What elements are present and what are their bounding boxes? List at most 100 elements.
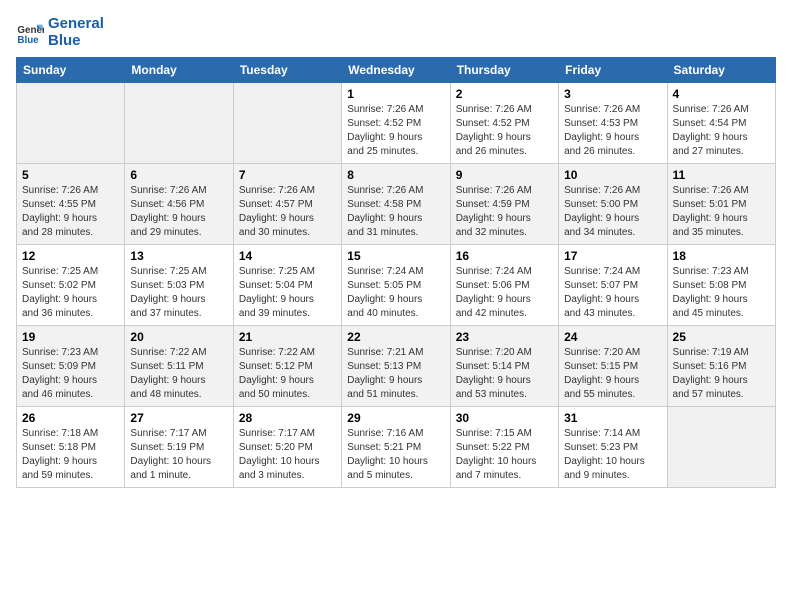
calendar-cell: 10 Sunrise: 7:26 AM Sunset: 5:00 PM Dayli… [559,164,667,245]
day-number: 12 [22,249,119,263]
day-detail: Sunrise: 7:24 AM Sunset: 5:06 PM Dayligh… [456,265,553,321]
day-detail: Sunrise: 7:25 AM Sunset: 5:02 PM Dayligh… [22,265,119,321]
day-detail: Sunrise: 7:21 AM Sunset: 5:13 PM Dayligh… [347,346,444,402]
day-detail: Sunrise: 7:22 AM Sunset: 5:12 PM Dayligh… [239,346,336,402]
day-detail: Sunrise: 7:26 AM Sunset: 4:57 PM Dayligh… [239,184,336,240]
calendar-cell: 1Sunrise: 7:26 AM Sunset: 4:52 PM Daylig… [342,83,450,164]
calendar-cell: 13Sunrise: 7:25 AM Sunset: 5:03 PM Dayli… [125,245,233,326]
day-number: 16 [456,249,553,263]
calendar-cell: 6 Sunrise: 7:26 AM Sunset: 4:56 PM Daylig… [125,164,233,245]
day-detail: Sunrise: 7:24 AM Sunset: 5:05 PM Dayligh… [347,265,444,321]
day-number: 30 [456,411,553,425]
day-detail: Sunrise: 7:25 AM Sunset: 5:04 PM Dayligh… [239,265,336,321]
day-detail: Sunrise: 7:16 AM Sunset: 5:21 PM Dayligh… [347,427,444,483]
calendar-cell [233,83,341,164]
day-detail: Sunrise: 7:26 AM Sunset: 4:54 PM Dayligh… [673,103,770,159]
day-number: 11 [673,168,770,182]
calendar-cell: 12 Sunrise: 7:25 AM Sunset: 5:02 PM Dayli… [17,245,125,326]
day-number: 17 [564,249,661,263]
logo: General Blue General Blue [16,16,104,49]
weekday-header: Friday [559,58,667,83]
day-detail: Sunrise: 7:26 AM Sunset: 4:52 PM Dayligh… [347,103,444,159]
calendar-cell: 19 Sunrise: 7:23 AM Sunset: 5:09 PM Dayli… [17,326,125,407]
weekday-header: Wednesday [342,58,450,83]
weekday-header: Thursday [450,58,558,83]
day-detail: Sunrise: 7:19 AM Sunset: 5:16 PM Dayligh… [673,346,770,402]
day-detail: Sunrise: 7:26 AM Sunset: 5:00 PM Dayligh… [564,184,661,240]
calendar-cell: 24 Sunrise: 7:20 AM Sunset: 5:15 PM Dayli… [559,326,667,407]
calendar-cell: 4 Sunrise: 7:26 AM Sunset: 4:54 PM Daylig… [667,83,775,164]
day-detail: Sunrise: 7:23 AM Sunset: 5:08 PM Dayligh… [673,265,770,321]
calendar-cell: 7 Sunrise: 7:26 AM Sunset: 4:57 PM Daylig… [233,164,341,245]
day-detail: Sunrise: 7:24 AM Sunset: 5:07 PM Dayligh… [564,265,661,321]
day-detail: Sunrise: 7:26 AM Sunset: 4:56 PM Dayligh… [130,184,227,240]
calendar-cell: 29Sunrise: 7:16 AM Sunset: 5:21 PM Dayli… [342,407,450,488]
day-detail: Sunrise: 7:23 AM Sunset: 5:09 PM Dayligh… [22,346,119,402]
calendar-cell: 9Sunrise: 7:26 AM Sunset: 4:59 PM Daylig… [450,164,558,245]
day-number: 23 [456,330,553,344]
calendar-week: 12 Sunrise: 7:25 AM Sunset: 5:02 PM Dayli… [17,245,776,326]
day-number: 14 [239,249,336,263]
calendar-table: SundayMondayTuesdayWednesdayThursdayFrid… [16,57,776,488]
day-number: 28 [239,411,336,425]
calendar-cell: 23 Sunrise: 7:20 AM Sunset: 5:14 PM Dayli… [450,326,558,407]
weekday-header: Sunday [17,58,125,83]
calendar-cell: 5 Sunrise: 7:26 AM Sunset: 4:55 PM Daylig… [17,164,125,245]
day-detail: Sunrise: 7:18 AM Sunset: 5:18 PM Dayligh… [22,427,119,483]
day-number: 24 [564,330,661,344]
day-number: 26 [22,411,119,425]
day-number: 18 [673,249,770,263]
day-detail: Sunrise: 7:26 AM Sunset: 4:55 PM Dayligh… [22,184,119,240]
calendar-cell: 17 Sunrise: 7:24 AM Sunset: 5:07 PM Dayli… [559,245,667,326]
header: General Blue General Blue [16,16,776,49]
day-detail: Sunrise: 7:17 AM Sunset: 5:19 PM Dayligh… [130,427,227,483]
calendar-cell: 16 Sunrise: 7:24 AM Sunset: 5:06 PM Dayli… [450,245,558,326]
calendar-week: 19 Sunrise: 7:23 AM Sunset: 5:09 PM Dayli… [17,326,776,407]
weekday-header: Saturday [667,58,775,83]
calendar-cell [17,83,125,164]
calendar-cell: 28 Sunrise: 7:17 AM Sunset: 5:20 PM Dayli… [233,407,341,488]
day-number: 22 [347,330,444,344]
day-detail: Sunrise: 7:26 AM Sunset: 4:53 PM Dayligh… [564,103,661,159]
calendar-header: SundayMondayTuesdayWednesdayThursdayFrid… [17,58,776,83]
day-detail: Sunrise: 7:17 AM Sunset: 5:20 PM Dayligh… [239,427,336,483]
calendar-cell: 20Sunrise: 7:22 AM Sunset: 5:11 PM Dayli… [125,326,233,407]
day-number: 6 [130,168,227,182]
calendar-cell [667,407,775,488]
day-detail: Sunrise: 7:20 AM Sunset: 5:14 PM Dayligh… [456,346,553,402]
day-number: 21 [239,330,336,344]
day-number: 13 [130,249,227,263]
day-number: 31 [564,411,661,425]
calendar-week: 26 Sunrise: 7:18 AM Sunset: 5:18 PM Dayli… [17,407,776,488]
calendar-cell: 18 Sunrise: 7:23 AM Sunset: 5:08 PM Dayli… [667,245,775,326]
weekday-header: Tuesday [233,58,341,83]
calendar-cell: 25 Sunrise: 7:19 AM Sunset: 5:16 PM Dayli… [667,326,775,407]
day-number: 25 [673,330,770,344]
calendar-cell: 14 Sunrise: 7:25 AM Sunset: 5:04 PM Dayli… [233,245,341,326]
day-detail: Sunrise: 7:26 AM Sunset: 5:01 PM Dayligh… [673,184,770,240]
day-detail: Sunrise: 7:20 AM Sunset: 5:15 PM Dayligh… [564,346,661,402]
logo-icon: General Blue [16,19,44,47]
day-number: 15 [347,249,444,263]
day-number: 4 [673,87,770,101]
calendar-cell: 11 Sunrise: 7:26 AM Sunset: 5:01 PM Dayli… [667,164,775,245]
calendar-cell: 22 Sunrise: 7:21 AM Sunset: 5:13 PM Dayli… [342,326,450,407]
day-number: 27 [130,411,227,425]
day-number: 8 [347,168,444,182]
calendar-cell: 30 Sunrise: 7:15 AM Sunset: 5:22 PM Dayli… [450,407,558,488]
day-number: 3 [564,87,661,101]
day-detail: Sunrise: 7:15 AM Sunset: 5:22 PM Dayligh… [456,427,553,483]
calendar-cell: 31 Sunrise: 7:14 AM Sunset: 5:23 PM Dayli… [559,407,667,488]
calendar-cell: 27 Sunrise: 7:17 AM Sunset: 5:19 PM Dayli… [125,407,233,488]
day-number: 2 [456,87,553,101]
day-detail: Sunrise: 7:14 AM Sunset: 5:23 PM Dayligh… [564,427,661,483]
day-number: 9 [456,168,553,182]
day-number: 10 [564,168,661,182]
calendar-cell [125,83,233,164]
day-detail: Sunrise: 7:26 AM Sunset: 4:58 PM Dayligh… [347,184,444,240]
svg-text:Blue: Blue [17,34,39,45]
day-number: 5 [22,168,119,182]
day-number: 7 [239,168,336,182]
day-number: 20 [130,330,227,344]
day-number: 19 [22,330,119,344]
